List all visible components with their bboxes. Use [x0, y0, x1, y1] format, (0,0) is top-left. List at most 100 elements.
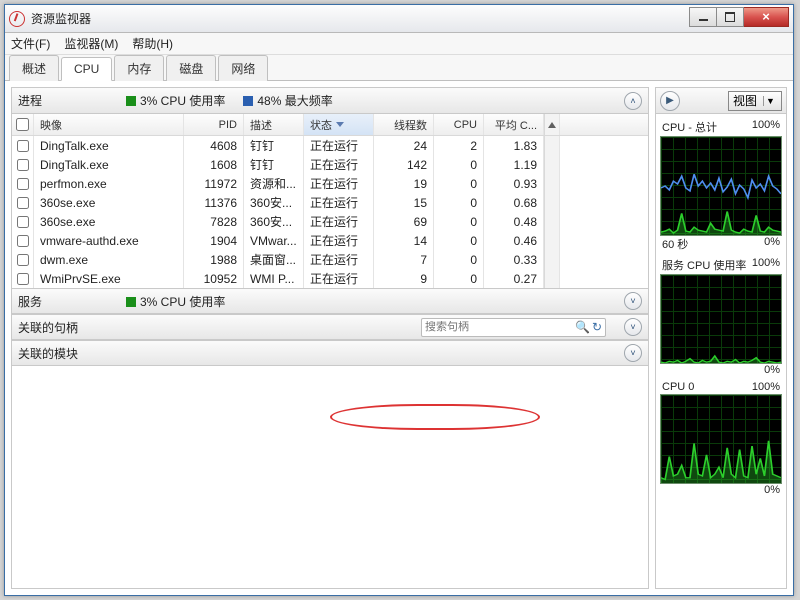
collapse-processes-button[interactable]: ˄ [624, 92, 642, 110]
table-row[interactable]: WmiPrvSE.exe10952WMI P...正在运行900.27 [12, 269, 648, 288]
chart-title: 服务 CPU 使用率 [662, 257, 746, 273]
tab-overview[interactable]: 概述 [9, 55, 59, 81]
col-avg[interactable]: 平均 C... [484, 114, 544, 135]
cell-cpu: 2 [434, 136, 484, 155]
cell-desc: 钉钉 [244, 155, 304, 174]
cell-status: 正在运行 [304, 212, 374, 231]
row-checkbox[interactable] [17, 197, 29, 209]
table-row[interactable]: dwm.exe1988桌面窗...正在运行700.33 [12, 250, 648, 269]
cell-image: dwm.exe [34, 250, 184, 269]
cell-status: 正在运行 [304, 269, 374, 288]
cell-desc: 360安... [244, 193, 304, 212]
col-pid[interactable]: PID [184, 114, 244, 135]
table-row[interactable]: perfmon.exe11972资源和...正在运行1900.93 [12, 174, 648, 193]
table-row[interactable]: 360se.exe7828360安...正在运行6900.48 [12, 212, 648, 231]
menu-bar: 文件(F) 监视器(M) 帮助(H) [5, 33, 793, 55]
cell-status: 正在运行 [304, 174, 374, 193]
cell-cpu: 0 [434, 212, 484, 231]
cell-cpu: 0 [434, 155, 484, 174]
cell-status: 正在运行 [304, 136, 374, 155]
scrollbar-track[interactable] [544, 269, 560, 288]
row-checkbox[interactable] [17, 235, 29, 247]
search-input[interactable] [425, 321, 571, 333]
col-desc[interactable]: 描述 [244, 114, 304, 135]
search-icon[interactable]: 🔍 [575, 320, 590, 334]
minimize-button[interactable] [689, 7, 717, 27]
tab-network[interactable]: 网络 [218, 55, 268, 81]
search-handles-input[interactable]: 🔍 ↻ [421, 318, 606, 337]
cell-cpu: 0 [434, 269, 484, 288]
cell-pid: 7828 [184, 212, 244, 231]
menu-file[interactable]: 文件(F) [11, 35, 50, 52]
view-combo[interactable]: 视图 ▼ [728, 91, 782, 111]
nav-prev-button[interactable]: ▶ [660, 91, 680, 111]
green-square-icon [126, 297, 136, 307]
col-status[interactable]: 状态 [304, 114, 374, 135]
tab-cpu[interactable]: CPU [61, 57, 112, 81]
table-header: 映像 PID 描述 状态 线程数 CPU 平均 C... [12, 114, 648, 136]
title-bar[interactable]: 资源监视器 × [5, 5, 793, 33]
scrollbar-track[interactable] [544, 193, 560, 212]
row-checkbox[interactable] [17, 140, 29, 152]
row-checkbox[interactable] [17, 273, 29, 285]
cell-image: DingTalk.exe [34, 155, 184, 174]
cell-pid: 1608 [184, 155, 244, 174]
refresh-icon[interactable]: ↻ [592, 320, 602, 334]
cell-avg: 1.19 [484, 155, 544, 174]
col-check[interactable] [12, 114, 34, 135]
cell-status: 正在运行 [304, 250, 374, 269]
expand-handles-button[interactable]: ˅ [624, 318, 642, 336]
tab-disk[interactable]: 磁盘 [166, 55, 216, 81]
col-cpu[interactable]: CPU [434, 114, 484, 135]
scroll-up-button[interactable] [544, 114, 560, 135]
select-all-checkbox[interactable] [16, 118, 29, 131]
expand-modules-button[interactable]: ˅ [624, 344, 642, 362]
chart-area [660, 274, 782, 364]
blue-square-icon [243, 96, 253, 106]
chart-area [660, 136, 782, 236]
cell-threads: 15 [374, 193, 434, 212]
cell-desc: 资源和... [244, 174, 304, 193]
scrollbar-track[interactable] [544, 250, 560, 269]
cell-pid: 1904 [184, 231, 244, 250]
scrollbar-track[interactable] [544, 231, 560, 250]
menu-monitor[interactable]: 监视器(M) [64, 35, 118, 52]
cell-cpu: 0 [434, 174, 484, 193]
expand-services-button[interactable]: ˅ [624, 292, 642, 310]
maximize-button[interactable] [716, 7, 744, 27]
cell-cpu: 0 [434, 193, 484, 212]
cell-avg: 0.27 [484, 269, 544, 288]
tab-memory[interactable]: 内存 [114, 55, 164, 81]
scrollbar-track[interactable] [544, 136, 560, 155]
table-row[interactable]: 360se.exe11376360安...正在运行1500.68 [12, 193, 648, 212]
row-checkbox[interactable] [17, 216, 29, 228]
section-modules-header[interactable]: 关联的模块 ˅ [12, 340, 648, 366]
arrow-up-icon [548, 122, 556, 128]
cell-status: 正在运行 [304, 193, 374, 212]
cell-threads: 7 [374, 250, 434, 269]
cell-desc: WMI P... [244, 269, 304, 288]
table-row[interactable]: DingTalk.exe1608钉钉正在运行14201.19 [12, 155, 648, 174]
row-checkbox[interactable] [17, 159, 29, 171]
cell-cpu: 0 [434, 231, 484, 250]
green-square-icon [126, 96, 136, 106]
section-services-header[interactable]: 服务 3% CPU 使用率 ˅ [12, 288, 648, 314]
chart-foot-right: 0% [764, 364, 780, 376]
row-checkbox[interactable] [17, 178, 29, 190]
close-button[interactable]: × [743, 7, 789, 27]
scrollbar-track[interactable] [544, 174, 560, 193]
table-row[interactable]: DingTalk.exe4608钉钉正在运行2421.83 [12, 136, 648, 155]
col-image[interactable]: 映像 [34, 114, 184, 135]
scrollbar-track[interactable] [544, 212, 560, 231]
scrollbar-track[interactable] [544, 155, 560, 174]
charts-container: CPU - 总计100%60 秒0%服务 CPU 使用率100%0%CPU 01… [656, 114, 786, 588]
menu-help[interactable]: 帮助(H) [132, 35, 173, 52]
col-threads[interactable]: 线程数 [374, 114, 434, 135]
section-handles-header[interactable]: 关联的句柄 🔍 ↻ ˅ [12, 314, 648, 340]
cell-threads: 24 [374, 136, 434, 155]
cell-desc: 360安... [244, 212, 304, 231]
max-freq-legend: 48% 最大频率 [243, 92, 332, 109]
table-row[interactable]: vmware-authd.exe1904VMwar...正在运行1400.46 [12, 231, 648, 250]
row-checkbox[interactable] [17, 254, 29, 266]
section-processes-header[interactable]: 进程 3% CPU 使用率 48% 最大频率 ˄ [12, 88, 648, 114]
